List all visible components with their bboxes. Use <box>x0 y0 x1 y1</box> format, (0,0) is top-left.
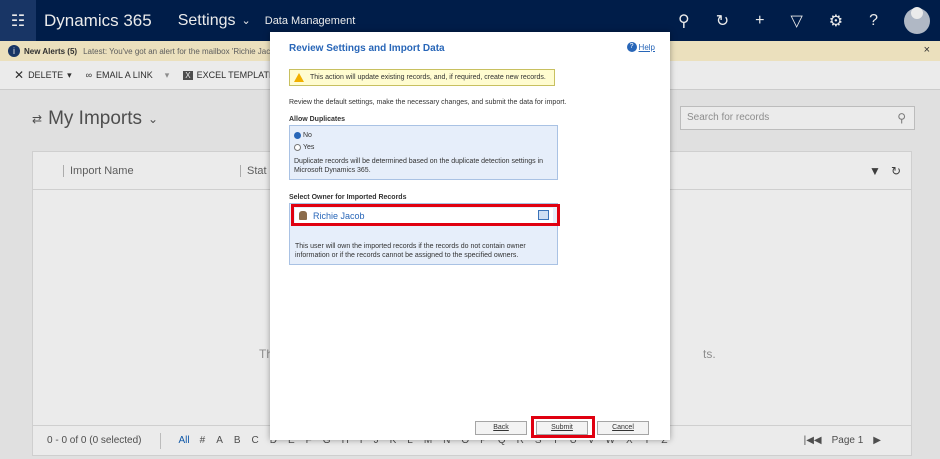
radio-no[interactable]: No <box>294 129 553 141</box>
radio-no-label: No <box>303 131 312 139</box>
allow-duplicates-label: Allow Duplicates <box>289 116 346 123</box>
help-label: Help <box>638 42 655 52</box>
radio-unselected-icon[interactable] <box>294 143 301 151</box>
duplicate-note: Duplicate records will be determined bas… <box>294 158 544 174</box>
radio-yes[interactable]: Yes <box>294 141 553 153</box>
back-button[interactable]: Back <box>475 421 527 435</box>
help-link[interactable]: ? Help <box>626 42 655 52</box>
dialog-title: Review Settings and Import Data <box>289 43 445 54</box>
warning-icon <box>294 73 304 82</box>
back-label: Back <box>493 424 509 431</box>
help-icon: ? <box>626 42 637 52</box>
import-dialog: Review Settings and Import Data ? Help T… <box>270 32 670 440</box>
cancel-button[interactable]: Cancel <box>597 421 649 435</box>
radio-yes-label: Yes <box>303 143 315 151</box>
radio-selected-icon[interactable] <box>294 131 301 139</box>
owner-label: Select Owner for Imported Records <box>289 194 407 201</box>
owner-field-highlight <box>291 204 560 226</box>
cancel-label: Cancel <box>612 424 634 431</box>
instructions-text: Review the default settings, make the ne… <box>289 99 567 106</box>
warning-text: This action will update existing records… <box>310 74 546 81</box>
owner-note: This user will own the imported records … <box>295 243 526 259</box>
warning-banner: This action will update existing records… <box>289 69 555 86</box>
submit-button-highlight <box>531 416 595 438</box>
allow-duplicates-box: No Yes Duplicate records will be determi… <box>289 125 558 180</box>
